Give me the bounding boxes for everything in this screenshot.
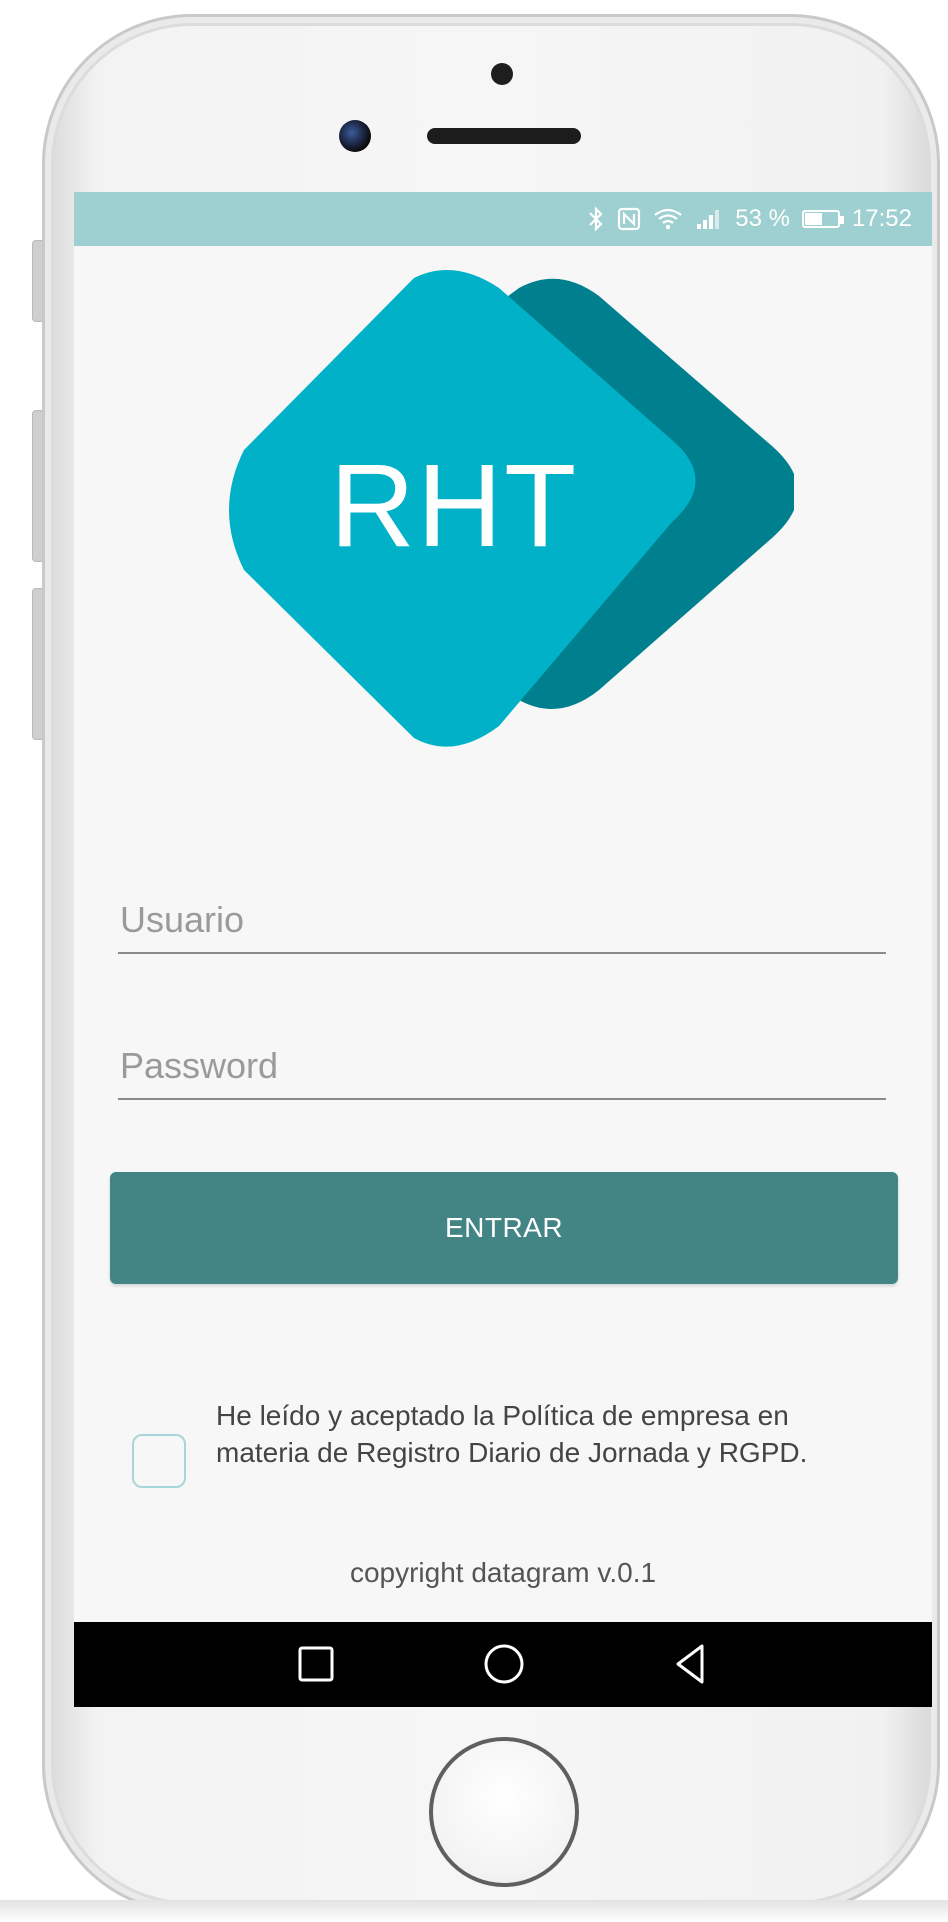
battery-percent: 53 % (735, 205, 790, 232)
earpiece-speaker (427, 128, 581, 144)
consent-label: He leído y aceptado la Política de empre… (216, 1400, 808, 1468)
front-camera-icon (339, 120, 371, 152)
clock: 17:52 (851, 205, 912, 232)
app-screen: 53 % 17:52 RHT ENTRAR He leído y ac (74, 192, 932, 1707)
back-icon[interactable] (666, 1640, 714, 1688)
home-icon[interactable] (480, 1640, 528, 1688)
battery-icon (801, 210, 844, 228)
enter-button[interactable]: ENTRAR (110, 1172, 898, 1284)
android-nav-bar (74, 1622, 932, 1707)
battery-level-fill (804, 213, 822, 225)
bluetooth-icon (589, 206, 603, 232)
rht-logo: RHT (229, 270, 794, 747)
physical-home-button[interactable] (429, 1737, 579, 1887)
nfc-icon (618, 207, 641, 231)
username-field-wrapper (118, 892, 886, 954)
signal-icon (697, 210, 720, 229)
username-input[interactable] (118, 892, 886, 948)
status-bar: 53 % 17:52 (74, 192, 932, 246)
recents-icon[interactable] (292, 1640, 340, 1688)
logo-text: RHT (330, 440, 579, 572)
consent-checkbox[interactable] (132, 1434, 186, 1488)
password-field-wrapper (118, 1038, 886, 1100)
bottom-shadow (0, 1900, 948, 1922)
copyright-text: copyright datagram v.0.1 (349, 1557, 657, 1588)
wifi-icon (654, 208, 682, 230)
password-input[interactable] (118, 1038, 886, 1094)
proximity-sensor (491, 63, 513, 85)
phone-mockup: 53 % 17:52 RHT ENTRAR He leído y ac (0, 0, 948, 1922)
status-icons: 53 % 17:52 (587, 192, 912, 246)
